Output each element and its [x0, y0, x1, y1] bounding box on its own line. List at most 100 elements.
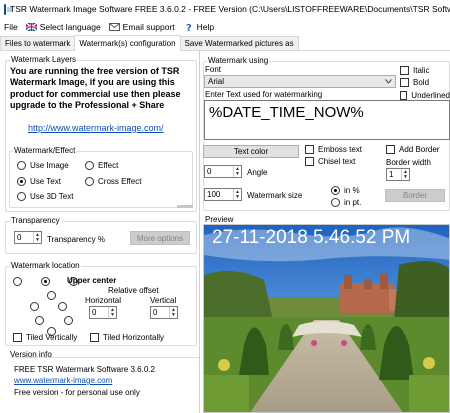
- vertical-offset-stepper[interactable]: 0 ▲ ▼: [150, 306, 178, 319]
- window-title: TSR Watermark Image Software FREE 3.6.0.…: [10, 4, 450, 14]
- bold-checkbox[interactable]: [400, 78, 409, 87]
- option-use-text[interactable]: Use Text: [17, 177, 61, 186]
- border-width-stepper[interactable]: 1 ▲ ▼: [386, 168, 410, 181]
- tiled-vertically-checkbox[interactable]: [13, 333, 22, 342]
- menu-file-label: File: [4, 21, 18, 32]
- stepper-arrows-icon[interactable]: ▲ ▼: [233, 166, 241, 177]
- tab-files-to-watermark[interactable]: Files to watermark: [0, 36, 76, 50]
- panel-splitter[interactable]: [199, 51, 200, 413]
- option-use-3d-text[interactable]: Use 3D Text: [17, 192, 73, 201]
- underline-option[interactable]: Underlined: [400, 91, 450, 100]
- watermark-layers-title: Watermark Layers: [10, 55, 78, 64]
- tiled-horizontally-option[interactable]: Tiled Horizontally: [90, 333, 164, 342]
- emboss-option[interactable]: Emboss text: [305, 145, 362, 154]
- font-select[interactable]: Arial: [204, 75, 396, 88]
- pos-top-left-radio[interactable]: [13, 277, 22, 286]
- version-name: FREE TSR Watermark Software 3.6.0.2: [14, 365, 155, 374]
- border-width-value: 1: [389, 170, 394, 179]
- tiled-vertically-option[interactable]: Tiled Vertically: [13, 333, 77, 342]
- chisel-checkbox[interactable]: [305, 157, 314, 166]
- effect-radio[interactable]: [85, 161, 94, 170]
- use-text-label: Use Text: [30, 177, 61, 186]
- watermark-size-stepper[interactable]: 100 ▲ ▼: [204, 188, 242, 201]
- add-border-checkbox[interactable]: [386, 145, 395, 154]
- text-input-label: Enter Text used for watermarking: [205, 90, 323, 99]
- unit-pt-radio[interactable]: [331, 198, 340, 207]
- transparency-label: Transparency %: [47, 235, 105, 244]
- watermark-location-title: Watermark location: [10, 261, 81, 270]
- effect-scrollbar[interactable]: [177, 205, 193, 208]
- add-border-option[interactable]: Add Border: [386, 145, 439, 154]
- watermark-text-input[interactable]: %DATE_TIME_NOW%: [204, 100, 450, 140]
- unit-percent-label: in %: [344, 186, 360, 195]
- bold-label: Bold: [413, 78, 430, 87]
- chisel-option[interactable]: Chisel text: [305, 157, 355, 166]
- cross-effect-label: Cross Effect: [98, 177, 142, 186]
- stepper-arrows-icon[interactable]: ▲ ▼: [108, 307, 116, 318]
- underline-checkbox[interactable]: [400, 91, 408, 100]
- use-text-radio[interactable]: [17, 177, 26, 186]
- border-button[interactable]: Border: [385, 189, 445, 202]
- horizontal-offset-stepper[interactable]: 0 ▲ ▼: [89, 306, 117, 319]
- flag-icon: [25, 21, 37, 32]
- unit-percent-option[interactable]: in %: [331, 186, 360, 195]
- tab-watermark-configuration[interactable]: Watermark(s) configuration: [74, 35, 181, 51]
- watermark-size-label: Watermark size: [247, 191, 303, 200]
- use-3d-text-radio[interactable]: [17, 192, 26, 201]
- preview-image: 27-11-2018 5.46.52 PM: [203, 224, 450, 413]
- font-select-value: Arial: [208, 77, 225, 86]
- stepper-arrows-icon[interactable]: ▲ ▼: [33, 232, 41, 243]
- tiled-horizontally-label: Tiled Horizontally: [103, 333, 165, 342]
- version-divider: [10, 357, 200, 358]
- pos-bottom-center-radio[interactable]: [63, 316, 73, 325]
- free-version-notice: You are running the free version of TSR …: [10, 66, 181, 110]
- emboss-checkbox[interactable]: [305, 145, 314, 154]
- menu-select-language-label: Select language: [39, 21, 101, 32]
- use-image-radio[interactable]: [17, 161, 26, 170]
- effect-label: Effect: [98, 161, 119, 170]
- relative-offset-label: Relative offset: [108, 286, 159, 295]
- emboss-label: Emboss text: [318, 145, 363, 154]
- border-width-label: Border width: [386, 158, 431, 167]
- title-bar: TSR Watermark Image Software FREE 3.6.0.…: [0, 0, 450, 18]
- version-website-link[interactable]: www.watermark-image.com: [14, 376, 112, 385]
- transparency-title: Transparency: [10, 216, 61, 225]
- use-image-label: Use Image: [30, 161, 69, 170]
- menu-file[interactable]: File: [0, 19, 22, 35]
- stepper-arrows-icon[interactable]: ▲ ▼: [169, 307, 177, 318]
- option-use-image[interactable]: Use Image: [17, 161, 69, 170]
- stepper-arrows-icon[interactable]: ▲ ▼: [233, 189, 241, 200]
- pos-top-center-radio[interactable]: [41, 277, 51, 286]
- italic-checkbox[interactable]: [400, 66, 409, 75]
- horizontal-label: Horizontal: [85, 296, 122, 305]
- website-link[interactable]: http://www.watermark-image.com/: [28, 123, 164, 133]
- cross-effect-radio[interactable]: [85, 177, 94, 186]
- add-border-label: Add Border: [399, 145, 440, 154]
- pos-mid-center-radio[interactable]: [30, 302, 39, 311]
- option-cross-effect[interactable]: Cross Effect: [85, 177, 141, 186]
- vertical-offset-value: 0: [153, 308, 158, 317]
- position-radio-grid: [13, 277, 79, 336]
- menu-help[interactable]: ? Help: [179, 19, 218, 35]
- tiled-horizontally-checkbox[interactable]: [90, 333, 99, 342]
- stepper-arrows-icon[interactable]: ▲ ▼: [401, 169, 409, 180]
- text-color-button[interactable]: Text color: [203, 145, 299, 158]
- menu-bar: File Select language Email support ? Hel…: [0, 18, 450, 35]
- bold-option[interactable]: Bold: [400, 78, 429, 87]
- angle-stepper[interactable]: 0 ▲ ▼: [204, 165, 242, 178]
- menu-select-language[interactable]: Select language: [22, 19, 105, 35]
- italic-option[interactable]: Italic: [400, 66, 429, 75]
- preview-photo: [204, 225, 449, 412]
- tab-save-watermarked[interactable]: Save Watermarked pictures as: [179, 36, 299, 50]
- transparency-stepper[interactable]: 0 ▲ ▼: [14, 231, 42, 244]
- menu-email-support[interactable]: Email support: [105, 19, 179, 35]
- more-options-button[interactable]: More options: [130, 231, 190, 245]
- chisel-label: Chisel text: [318, 157, 356, 166]
- unit-pt-option[interactable]: in pt.: [331, 198, 361, 207]
- mail-icon: [108, 22, 120, 31]
- help-icon: ?: [186, 23, 192, 32]
- pos-mid-left-radio[interactable]: [46, 291, 56, 300]
- unit-pt-label: in pt.: [344, 198, 362, 207]
- unit-percent-radio[interactable]: [331, 186, 340, 195]
- option-effect[interactable]: Effect: [85, 161, 118, 170]
